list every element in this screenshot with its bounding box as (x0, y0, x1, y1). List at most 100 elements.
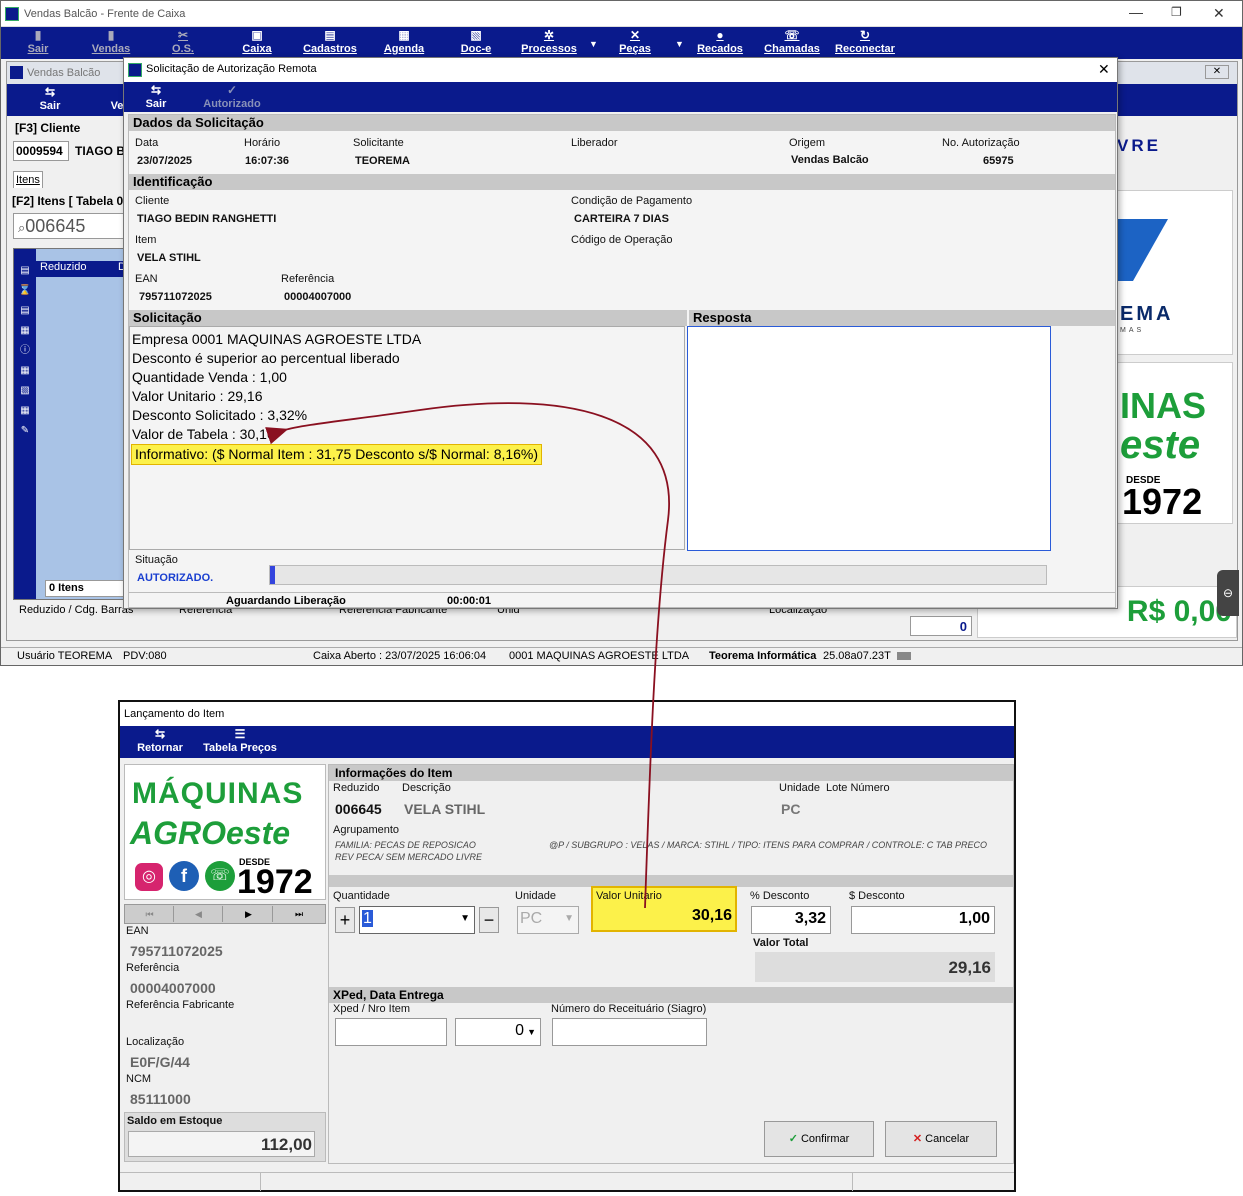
vendas-icon (10, 66, 23, 79)
items-grid[interactable]: ▤ ⌛ ▤ ▦ ⓘ ▦ ▧ ▦ ✎ Reduzido D (13, 248, 128, 600)
origem-value: Vendas Balcão (791, 154, 869, 166)
toolbar-doce-button[interactable]: ▧ Doc-e (456, 27, 496, 59)
auth-app-icon (128, 63, 142, 77)
solic-line: Empresa 0001 MAQUINAS AGROESTE LTDA (132, 331, 422, 347)
toolbar-recados-button[interactable]: ● Recados (695, 27, 745, 59)
toolbar-processos-button[interactable]: ✲ Processos (519, 27, 579, 59)
auth-sair-button[interactable]: ⇆ Sair (142, 82, 170, 114)
retornar-button[interactable]: ⇆ Retornar (134, 726, 186, 758)
left-loc-label: Localização (126, 1036, 185, 1048)
nav-bar: ⏮ ◀ ▶ ⏭ (124, 904, 326, 924)
first-record-button[interactable]: ⏮ (126, 906, 174, 922)
auth-close-button[interactable]: ✕ (1098, 61, 1110, 78)
aguardando-text: Aguardando Liberação (226, 595, 346, 607)
back-icon: ⇆ (154, 727, 166, 741)
toolbar-os-button[interactable]: ✂ O.S. (167, 27, 199, 59)
last-record-button[interactable]: ⏭ (275, 906, 323, 922)
data-label: Data (135, 137, 159, 149)
main-toolbar: ▮ Sair ▮ Vendas ✂ O.S. ▣ Caixa ▤ Cadastros ▦ A… (1, 27, 1242, 59)
itens-tab[interactable]: Itens (13, 171, 43, 188)
itens-label: [F2] Itens [ Tabela 0 (12, 194, 124, 208)
ident-ean-label: EAN (135, 273, 158, 285)
prev-record-button[interactable]: ◀ (175, 906, 223, 922)
close-button[interactable]: ✕ (1213, 5, 1225, 22)
toolbar-cadastros-button[interactable]: ▤ Cadastros (301, 27, 359, 59)
vendas-sair-button[interactable]: ⇆ Sair (35, 84, 65, 116)
whatsapp-icon: ☏ (205, 861, 235, 891)
back-icon: ⇆ (44, 85, 56, 99)
xped-header: XPed, Data Entrega (329, 987, 1013, 1003)
auth-titlebar: Solicitação de Autorização Remota ✕ (124, 58, 1117, 82)
status-empresa: 0001 MAQUINAS AGROESTE LTDA (509, 650, 690, 662)
item-title: Lançamento do Item (124, 708, 225, 720)
pecas-dropdown-icon[interactable]: ▼ (675, 39, 684, 49)
saldo-field: 112,00 (128, 1131, 315, 1157)
cart-icon: ▮ (107, 28, 115, 42)
data-value: 23/07/2025 (137, 155, 193, 167)
chevron-down-icon: ▼ (460, 913, 470, 924)
maximize-button[interactable]: ❐ (1171, 5, 1182, 19)
cond-value: CARTEIRA 7 DIAS (574, 213, 669, 225)
xped-input[interactable] (335, 1018, 447, 1046)
quantity-combo[interactable]: 1 ▼ (359, 906, 475, 934)
agrup-line1: FAMILIA: PECAS DE REPOSICAO (335, 840, 476, 850)
toolbar-agenda-button[interactable]: ▦ Agenda (381, 27, 427, 59)
side-toggle-button[interactable]: ⊖ (1217, 570, 1239, 616)
percent-desconto-input[interactable]: 3,32 (751, 906, 831, 934)
auth-autorizado-button[interactable]: ✓ Autorizado (202, 82, 262, 114)
footer-reduzido-label: Reduzido / Cdg. Barras (19, 604, 134, 616)
xped-item-combo[interactable]: 0 ▼ (455, 1018, 541, 1046)
status-pdv: PDV:080 (123, 650, 167, 662)
nro-itens-field: 0 (910, 616, 972, 636)
status-company: Teorema Informática (709, 650, 817, 662)
wrench-icon: ✕ (629, 28, 641, 42)
main-title: Vendas Balcão - Frente de Caixa (24, 8, 186, 20)
toolbar-reconectar-button[interactable]: ↻ Reconectar (833, 27, 897, 59)
unit-combo[interactable]: PC ▼ (517, 906, 579, 934)
ident-ref-value: 00004007000 (284, 291, 352, 303)
cond-label: Condição de Pagamento (571, 195, 693, 207)
confirmar-button[interactable]: ✓ Confirmar (764, 1121, 874, 1157)
cashbox-icon: ▣ (251, 28, 263, 42)
toolbar-sair-button[interactable]: ▮ Sair (23, 27, 53, 59)
chevron-down-icon: ▼ (527, 1027, 536, 1037)
situacao-value: AUTORIZADO. (137, 572, 214, 584)
document-icon: ▧ (470, 28, 482, 42)
check-icon: ✓ (788, 1133, 798, 1145)
toolbar-pecas-button[interactable]: ✕ Peças (615, 27, 655, 59)
item-titlebar: Lançamento do Item (120, 702, 1014, 726)
toolbar-caixa-button[interactable]: ▣ Caixa (239, 27, 275, 59)
saldo-panel: Saldo em Estoque 112,00 (124, 1112, 326, 1162)
item-left-panel: MÁQUINAS AGROeste ◎ f ☏ DESDE 1972 ⏮ ◀ ▶… (124, 764, 326, 1164)
horario-value: 16:07:36 (245, 155, 290, 167)
xped-label: Xped / Nro Item (333, 1003, 411, 1015)
plus-button[interactable]: + (335, 907, 355, 933)
agrup-label: Agrupamento (333, 824, 400, 836)
instagram-icon: ◎ (135, 863, 163, 891)
minimize-button[interactable]: — (1129, 4, 1143, 20)
next-record-button[interactable]: ▶ (225, 906, 273, 922)
tabela-precos-button[interactable]: ☰ Tabela Preços (200, 726, 280, 758)
toolbar-chamadas-button[interactable]: ☏ Chamadas (763, 27, 821, 59)
keyboard-icon (897, 652, 911, 660)
resposta-memo[interactable] (687, 326, 1051, 551)
item-search-input[interactable]: ⌕006645 (13, 213, 128, 239)
cliente-code-field[interactable]: 0009594 (13, 141, 69, 161)
progress-bar (269, 565, 1047, 585)
left-loc-value: E0F/G/44 (130, 1054, 190, 1070)
receituario-input[interactable] (552, 1018, 707, 1046)
grid-side-icons: ▤ ⌛ ▤ ▦ ⓘ ▦ ▧ ▦ ✎ (14, 249, 36, 599)
descricao-value: VELA STIHL (404, 801, 486, 817)
progress-fill (270, 566, 275, 584)
toolbar-vendas-button[interactable]: ▮ Vendas (89, 27, 133, 59)
vendas-title: Vendas Balcão (27, 67, 101, 79)
cancelar-button[interactable]: ✕ Cancelar (885, 1121, 997, 1157)
valor-desconto-input[interactable]: 1,00 (851, 906, 995, 934)
solicitante-label: Solicitante (353, 137, 404, 149)
vendas-close-button[interactable]: ✕ (1205, 65, 1229, 79)
processos-dropdown-icon[interactable]: ▼ (589, 39, 598, 49)
item-dialog: Lançamento do Item ⇆ Retornar ☰ Tabela Pre… (118, 700, 1016, 1192)
valor-unitario-box: Valor Unitario 30,16 (591, 886, 737, 932)
minus-button[interactable]: − (479, 907, 499, 933)
valor-unitario-input[interactable]: 30,16 (594, 904, 734, 928)
